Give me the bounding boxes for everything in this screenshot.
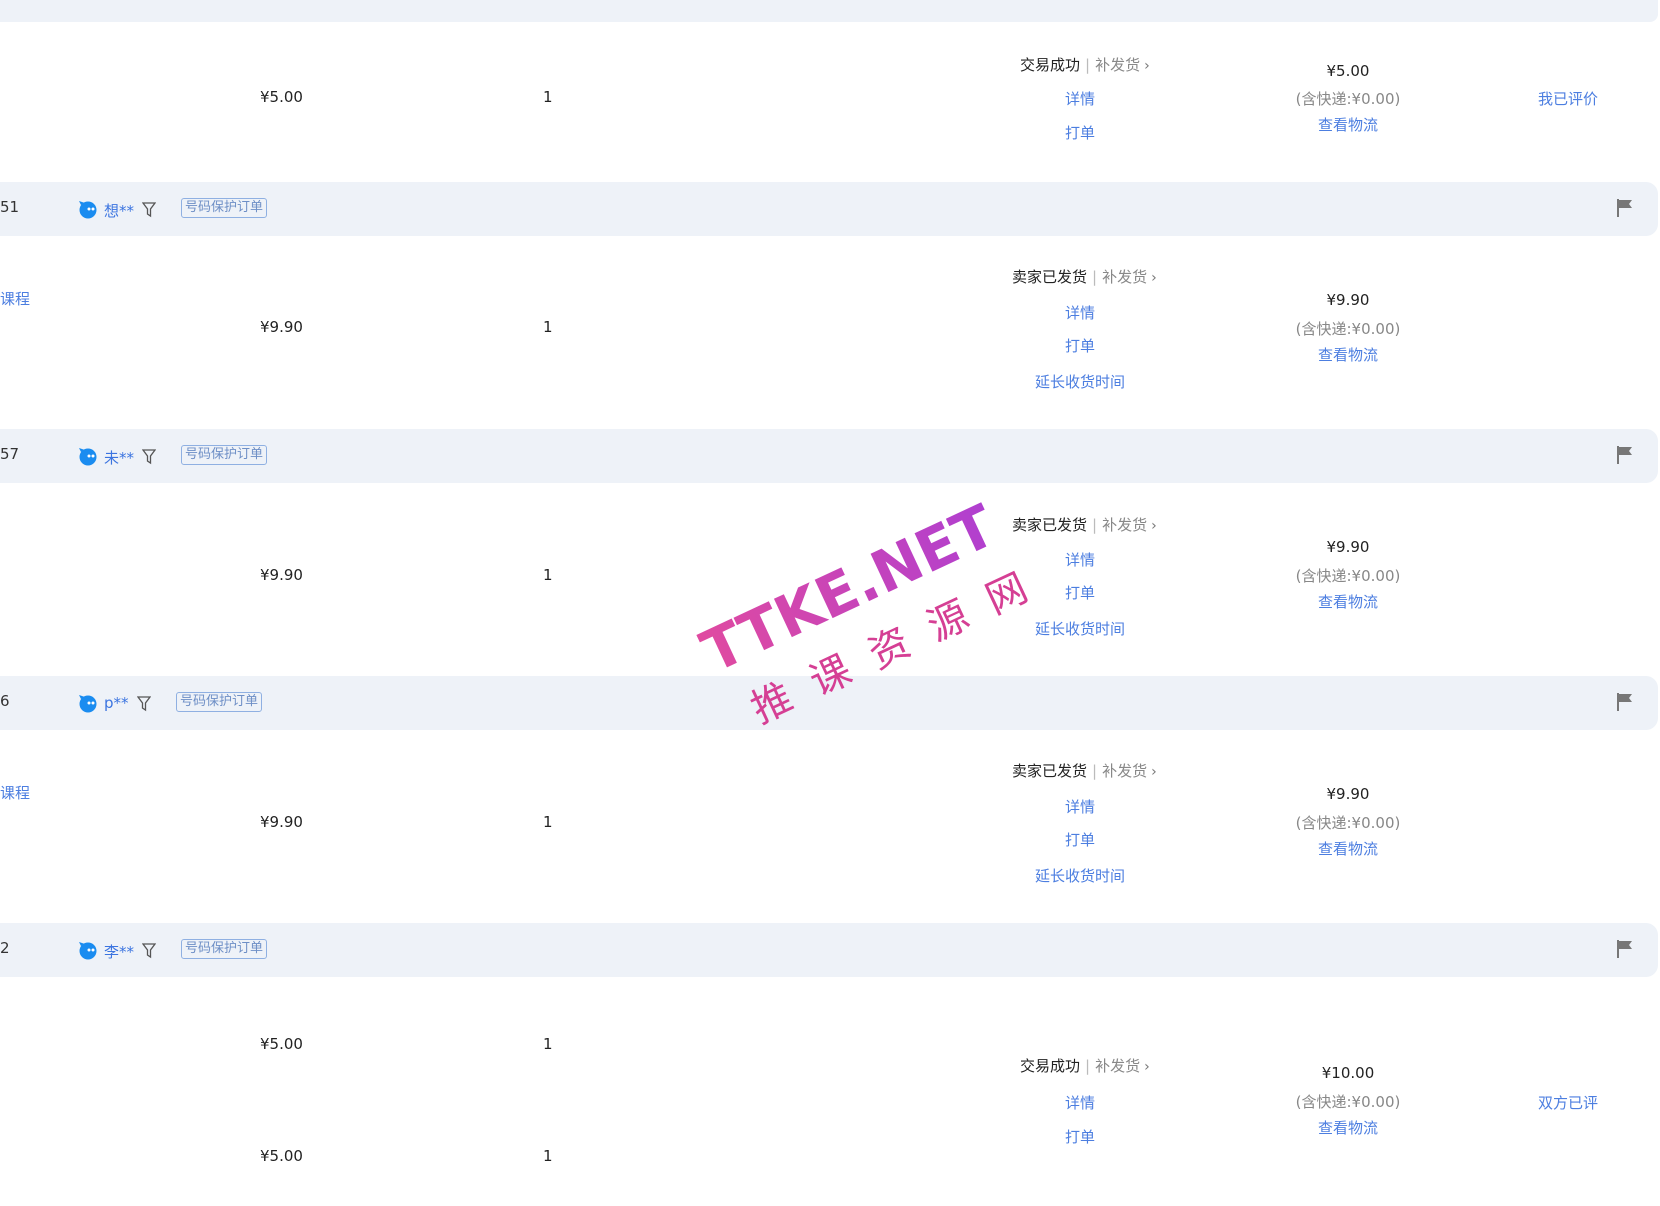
chevron-right-icon: › bbox=[1144, 58, 1150, 74]
resend-link[interactable]: 补发货 bbox=[1102, 762, 1147, 780]
order-header: 6 p** 号码保护订单 bbox=[0, 676, 1658, 730]
order-status-line: 卖家已发货 | 补发货 › bbox=[1012, 268, 1157, 286]
item-quantity: 1 bbox=[543, 813, 553, 831]
flag-icon[interactable] bbox=[1616, 198, 1634, 218]
order-status-line: 交易成功 | 补发货 › bbox=[1020, 1057, 1150, 1075]
review-status-link[interactable]: 双方已评 bbox=[1538, 1092, 1598, 1113]
buyer-name[interactable]: p** bbox=[104, 694, 129, 712]
item-quantity: 1 bbox=[543, 566, 553, 584]
shipping-fee: (含快递:¥0.00) bbox=[1295, 1093, 1401, 1111]
watermark-text-1: TTKE.NET bbox=[691, 491, 1005, 686]
product-title-link[interactable]: 课程 bbox=[0, 288, 30, 309]
print-link[interactable]: 打单 bbox=[1000, 1126, 1160, 1147]
item-price: ¥5.00 bbox=[260, 1035, 303, 1053]
resend-link[interactable]: 补发货 bbox=[1102, 268, 1147, 286]
print-link[interactable]: 打单 bbox=[1000, 829, 1160, 850]
details-link[interactable]: 详情 bbox=[1000, 88, 1160, 109]
number-protection-badge: 号码保护订单 bbox=[176, 692, 263, 712]
resend-link[interactable]: 补发货 bbox=[1102, 516, 1147, 534]
order-status: 交易成功 bbox=[1020, 1057, 1081, 1075]
buyer-name[interactable]: 想** bbox=[104, 200, 134, 221]
print-link[interactable]: 打单 bbox=[1000, 335, 1160, 356]
details-link[interactable]: 详情 bbox=[1000, 302, 1160, 323]
details-link[interactable]: 详情 bbox=[1000, 549, 1160, 570]
order-status: 卖家已发货 bbox=[1012, 762, 1088, 780]
filter-icon[interactable] bbox=[142, 449, 156, 465]
item-quantity: 1 bbox=[543, 1035, 553, 1053]
order-status-line: 交易成功 | 补发货 › bbox=[1020, 56, 1150, 74]
previous-order-header bbox=[0, 0, 1658, 22]
resend-link[interactable]: 补发货 bbox=[1095, 1057, 1140, 1075]
item-quantity: 1 bbox=[543, 1147, 553, 1165]
number-protection-badge: 号码保护订单 bbox=[181, 198, 268, 218]
extend-receipt-time-link[interactable]: 延长收货时间 bbox=[1000, 371, 1160, 392]
shipping-fee: (含快递:¥0.00) bbox=[1295, 567, 1401, 585]
chevron-right-icon: › bbox=[1151, 764, 1157, 780]
order-header: 51 想** 号码保护订单 bbox=[0, 182, 1658, 236]
wangwang-chat-icon[interactable] bbox=[78, 940, 98, 960]
print-link[interactable]: 打单 bbox=[1000, 582, 1160, 603]
view-logistics-link[interactable]: 查看物流 bbox=[1268, 1117, 1428, 1138]
view-logistics-link[interactable]: 查看物流 bbox=[1268, 591, 1428, 612]
order-status: 卖家已发货 bbox=[1012, 268, 1088, 286]
order-status: 卖家已发货 bbox=[1012, 516, 1088, 534]
filter-icon[interactable] bbox=[142, 202, 156, 218]
item-price: ¥5.00 bbox=[260, 88, 303, 106]
shipping-fee: (含快递:¥0.00) bbox=[1295, 90, 1401, 108]
chevron-right-icon: › bbox=[1151, 518, 1157, 534]
item-price: ¥9.90 bbox=[260, 566, 303, 584]
shipping-fee: (含快递:¥0.00) bbox=[1295, 814, 1401, 832]
order-id: 57 bbox=[0, 445, 20, 463]
wangwang-chat-icon[interactable] bbox=[78, 199, 98, 219]
filter-icon[interactable] bbox=[137, 696, 151, 712]
chevron-right-icon: › bbox=[1144, 1059, 1150, 1075]
buyer-name[interactable]: 未** bbox=[104, 447, 134, 468]
view-logistics-link[interactable]: 查看物流 bbox=[1268, 114, 1428, 135]
buyer-name[interactable]: 李** bbox=[104, 941, 134, 962]
order-header: 57 未** 号码保护订单 bbox=[0, 429, 1658, 483]
item-quantity: 1 bbox=[543, 318, 553, 336]
review-status-link[interactable]: 我已评价 bbox=[1538, 88, 1598, 109]
order-header: 2 李** 号码保护订单 bbox=[0, 923, 1658, 977]
order-total: ¥5.00 bbox=[1326, 62, 1370, 80]
resend-link[interactable]: 补发货 bbox=[1095, 56, 1140, 74]
order-status: 交易成功 bbox=[1020, 56, 1081, 74]
chevron-right-icon: › bbox=[1151, 270, 1157, 286]
flag-icon[interactable] bbox=[1616, 692, 1634, 712]
extend-receipt-time-link[interactable]: 延长收货时间 bbox=[1000, 618, 1160, 639]
details-link[interactable]: 详情 bbox=[1000, 1092, 1160, 1113]
order-id: 51 bbox=[0, 198, 20, 216]
number-protection-badge: 号码保护订单 bbox=[181, 939, 268, 959]
order-status-line: 卖家已发货 | 补发货 › bbox=[1012, 516, 1157, 534]
print-link[interactable]: 打单 bbox=[1000, 122, 1160, 143]
order-total: ¥9.90 bbox=[1326, 538, 1370, 556]
item-price: ¥9.90 bbox=[260, 813, 303, 831]
product-title-link[interactable]: 课程 bbox=[0, 782, 30, 803]
view-logistics-link[interactable]: 查看物流 bbox=[1268, 838, 1428, 859]
order-id: 2 bbox=[0, 939, 10, 957]
extend-receipt-time-link[interactable]: 延长收货时间 bbox=[1000, 865, 1160, 886]
wangwang-chat-icon[interactable] bbox=[78, 693, 98, 713]
number-protection-badge: 号码保护订单 bbox=[181, 445, 268, 465]
item-price: ¥9.90 bbox=[260, 318, 303, 336]
order-id: 6 bbox=[0, 692, 10, 710]
item-price: ¥5.00 bbox=[260, 1147, 303, 1165]
flag-icon[interactable] bbox=[1616, 939, 1634, 959]
order-total: ¥9.90 bbox=[1326, 291, 1370, 309]
flag-icon[interactable] bbox=[1616, 445, 1634, 465]
item-quantity: 1 bbox=[543, 88, 553, 106]
order-total: ¥9.90 bbox=[1326, 785, 1370, 803]
order-status-line: 卖家已发货 | 补发货 › bbox=[1012, 762, 1157, 780]
view-logistics-link[interactable]: 查看物流 bbox=[1268, 344, 1428, 365]
shipping-fee: (含快递:¥0.00) bbox=[1295, 320, 1401, 338]
wangwang-chat-icon[interactable] bbox=[78, 446, 98, 466]
filter-icon[interactable] bbox=[142, 943, 156, 959]
details-link[interactable]: 详情 bbox=[1000, 796, 1160, 817]
order-total: ¥10.00 bbox=[1321, 1064, 1375, 1082]
